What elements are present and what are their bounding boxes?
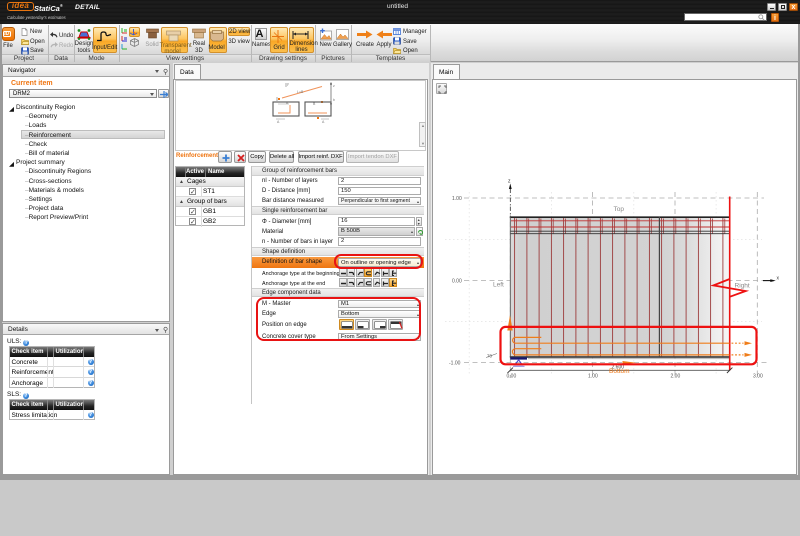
svg-text:Right: Right [735, 283, 750, 290]
svg-text:Bottom: Bottom [609, 368, 630, 375]
svg-text:x: x [777, 276, 780, 282]
svg-text:2.00: 2.00 [671, 374, 681, 380]
svg-text:3.00: 3.00 [753, 374, 763, 380]
svg-text:Top: Top [614, 206, 625, 213]
svg-text:B: B [313, 102, 316, 106]
svg-text:0.00: 0.00 [452, 279, 462, 285]
svg-text:1.00: 1.00 [588, 374, 598, 380]
svg-text:1.00: 1.00 [452, 196, 462, 202]
svg-text:b: b [333, 98, 335, 102]
svg-text:Left: Left [493, 282, 504, 289]
svg-text:z: z [333, 84, 335, 88]
svg-text:A: A [322, 120, 325, 124]
svg-text:0.00: 0.00 [507, 374, 517, 380]
svg-text:z: z [508, 179, 511, 185]
svg-text:y: y [287, 82, 289, 86]
svg-text:-1.00: -1.00 [449, 361, 461, 367]
svg-text:L=B: L=B [297, 90, 304, 94]
svg-text:A: A [277, 120, 280, 124]
